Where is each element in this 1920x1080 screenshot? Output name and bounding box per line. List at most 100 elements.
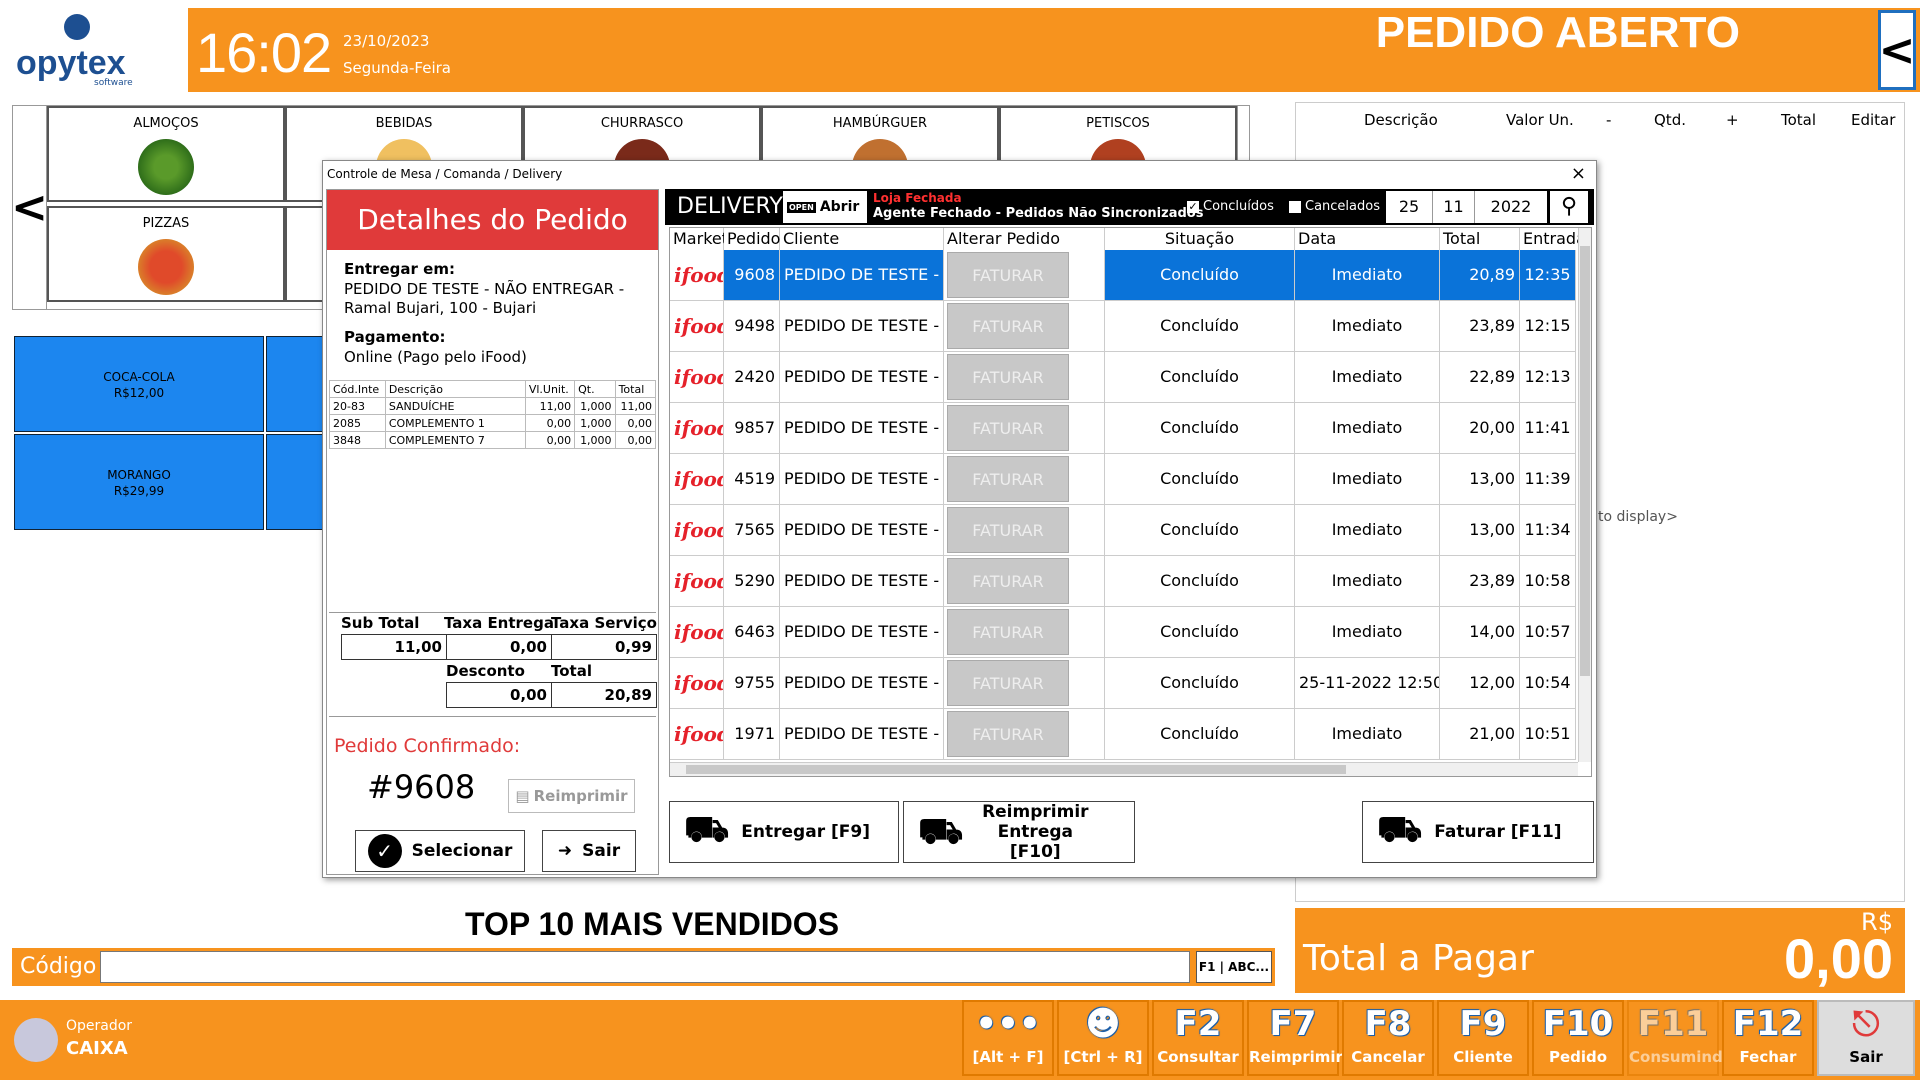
faturar-row-button[interactable]: FATURAR — [947, 660, 1069, 706]
item-unit: 0,00 — [524, 431, 576, 449]
filter-concluidos[interactable]: ✓ Concluídos — [1187, 199, 1274, 214]
faturar-row-button[interactable]: FATURAR — [947, 711, 1069, 757]
select-button[interactable]: ✓ Selecionar — [355, 830, 525, 872]
faturar-row-button[interactable]: FATURAR — [947, 405, 1069, 451]
brand-logo: opytex software — [0, 0, 188, 92]
entregar-button[interactable]: ⛟ Entregar [F9] — [669, 801, 899, 863]
exit-door-icon: ⎋ — [1852, 1004, 1880, 1044]
col-situacao: Situação — [1105, 228, 1295, 250]
cell-market: ifood — [670, 454, 724, 504]
product-tile[interactable] — [266, 336, 326, 432]
filter-label: Cancelados — [1305, 199, 1380, 214]
table-row[interactable]: ifood4519PEDIDO DE TESTE - JFATURAR Concl… — [670, 454, 1576, 505]
details-title: Detalhes do Pedido — [327, 190, 658, 250]
cell-entrada: 10:51 — [1520, 709, 1576, 759]
reprint-button[interactable]: ▤ Reimprimir — [508, 779, 635, 813]
more-icon: ••• — [975, 1004, 1041, 1044]
faturar-row-button[interactable]: FATURAR — [947, 252, 1069, 298]
item-code: 2085 — [329, 414, 386, 432]
scroll-thumb[interactable] — [1580, 246, 1590, 676]
fkey-label: Fechar — [1739, 1048, 1797, 1066]
cell-agendamento: 25-11-2022 12:50 — [1295, 658, 1440, 708]
horizontal-scrollbar[interactable] — [670, 762, 1578, 776]
cell-entrada: 11:41 — [1520, 403, 1576, 453]
table-row[interactable]: ifood9857PEDIDO DE TESTE - JFATURAR Concl… — [670, 403, 1576, 454]
search-button[interactable]: ⚲ — [1550, 191, 1588, 223]
exit-dialog-button[interactable]: ➜ Sair — [542, 830, 636, 872]
dialog-close-button[interactable]: × — [1571, 163, 1586, 184]
checkbox-checked-icon: ✓ — [1187, 199, 1199, 213]
fkey-key: F9 — [1459, 1004, 1507, 1044]
table-row[interactable]: ifood7565PEDIDO DE TESTE - JFATURAR Concl… — [670, 505, 1576, 556]
faturar-row-button[interactable]: FATURAR — [947, 354, 1069, 400]
cell-cliente: PEDIDO DE TESTE - J — [780, 301, 944, 351]
deliver-label: Entregar em: — [344, 260, 455, 278]
faturar-row-button[interactable]: FATURAR — [947, 507, 1069, 553]
product-search-button[interactable]: F1 | ABC... — [1196, 951, 1272, 983]
category-prev-button[interactable]: < — [11, 106, 48, 309]
category-almocos[interactable]: ALMOÇOS — [47, 106, 285, 202]
faturar-row-button[interactable]: FATURAR — [947, 456, 1069, 502]
cell-situacao: Concluído — [1105, 658, 1295, 708]
f9-cliente-button[interactable]: F9 Cliente — [1437, 1000, 1529, 1076]
filter-cancelados[interactable]: Cancelados — [1289, 199, 1380, 214]
faturar-button[interactable]: ⛟ Faturar [F11] — [1362, 801, 1594, 863]
product-tile[interactable] — [266, 434, 326, 530]
cell-agendamento: Imediato — [1295, 607, 1440, 657]
table-row[interactable]: ifood1971PEDIDO DE TESTE - JFATURAR Concl… — [670, 709, 1576, 760]
date-day-input[interactable]: 25 — [1386, 191, 1433, 223]
page-title: PEDIDO ABERTO — [1375, 8, 1740, 57]
f7-reimprimir-button[interactable]: F7 Reimprimir — [1247, 1000, 1343, 1076]
f8-cancelar-button[interactable]: F8 Cancelar — [1342, 1000, 1434, 1076]
product-tile[interactable]: MORANGO R$29,99 — [14, 434, 264, 530]
taxa-servico-label: Taxa Serviço — [551, 614, 657, 632]
exit-button[interactable]: ⎋ Sair — [1817, 1000, 1915, 1076]
table-row[interactable]: ifood9498PEDIDO DE TESTE - JFATURAR Concl… — [670, 301, 1576, 352]
faturar-row-button[interactable]: FATURAR — [947, 609, 1069, 655]
item-qty: 1,000 — [574, 414, 616, 432]
reimprimir-entrega-button[interactable]: ⛟ Reimprimir Entrega [F10] — [903, 801, 1135, 863]
back-button[interactable]: < — [1878, 10, 1916, 90]
f10-pedido-button[interactable]: F10 Pedido — [1532, 1000, 1624, 1076]
waiter-button[interactable]: ☻ [Ctrl + R] — [1057, 1000, 1149, 1076]
vertical-scrollbar[interactable] — [1578, 228, 1591, 762]
logo-globe-icon — [64, 14, 90, 40]
cell-pedido: 9498 — [724, 301, 780, 351]
cell-pedido: 9755 — [724, 658, 780, 708]
date-year-input[interactable]: 2022 — [1475, 191, 1547, 223]
chevron-left-icon: < — [1878, 24, 1916, 76]
product-tile[interactable]: COCA-COLA R$12,00 — [14, 336, 264, 432]
faturar-row-button[interactable]: FATURAR — [947, 303, 1069, 349]
table-row[interactable]: 3848 COMPLEMENTO 7 0,00 1,000 0,00 — [329, 431, 657, 449]
category-label: ALMOÇOS — [133, 116, 199, 131]
table-row[interactable]: ifood2420PEDIDO DE TESTE - JFATURAR Concl… — [670, 352, 1576, 403]
faturar-row-button[interactable]: FATURAR — [947, 558, 1069, 604]
table-row[interactable]: ifood5290PEDIDO DE TESTE - JFATURAR Concl… — [670, 556, 1576, 607]
date-month-input[interactable]: 11 — [1433, 191, 1475, 223]
code-input[interactable] — [100, 951, 1190, 983]
fkey-label: Cancelar — [1351, 1048, 1425, 1066]
cell-alterar: FATURAR — [944, 454, 1105, 504]
category-label: HAMBÚRGUER — [832, 116, 928, 131]
ifood-logo-icon: ifood — [674, 467, 723, 491]
taxa-entrega-value: 0,00 — [446, 634, 552, 660]
scroll-thumb[interactable] — [686, 765, 1346, 774]
table-row[interactable]: 2085 COMPLEMENTO 1 0,00 1,000 0,00 — [329, 414, 657, 432]
table-row[interactable]: 20-83 SANDUÍCHE 11,00 1,000 11,00 — [329, 397, 657, 415]
product-price: R$12,00 — [113, 386, 165, 400]
table-row[interactable]: ifood6463PEDIDO DE TESTE - JFATURAR Concl… — [670, 607, 1576, 658]
table-row[interactable]: ifood9608PEDIDO DE TESTE - JFATURAR Concl… — [670, 250, 1576, 301]
cell-market: ifood — [670, 709, 724, 759]
category-pizzas[interactable]: PIZZAS — [47, 206, 285, 302]
search-icon: ⚲ — [1560, 194, 1578, 219]
more-options-button[interactable]: ••• [Alt + F] — [962, 1000, 1054, 1076]
cell-market: ifood — [670, 556, 724, 606]
f11-consumindo-button[interactable]: F11 Consumindo — [1627, 1000, 1733, 1076]
cell-cliente: PEDIDO DE TESTE - J — [780, 454, 944, 504]
cell-total: 23,89 — [1440, 301, 1520, 351]
f2-consultar-button[interactable]: F2 Consultar — [1152, 1000, 1244, 1076]
table-row[interactable]: ifood9755PEDIDO DE TESTE - JFATURAR Concl… — [670, 658, 1576, 709]
f12-fechar-button[interactable]: F12 Fechar — [1722, 1000, 1814, 1076]
cell-entrada: 12:15 — [1520, 301, 1576, 351]
open-store-button[interactable]: OPEN Abrir — [783, 191, 867, 223]
